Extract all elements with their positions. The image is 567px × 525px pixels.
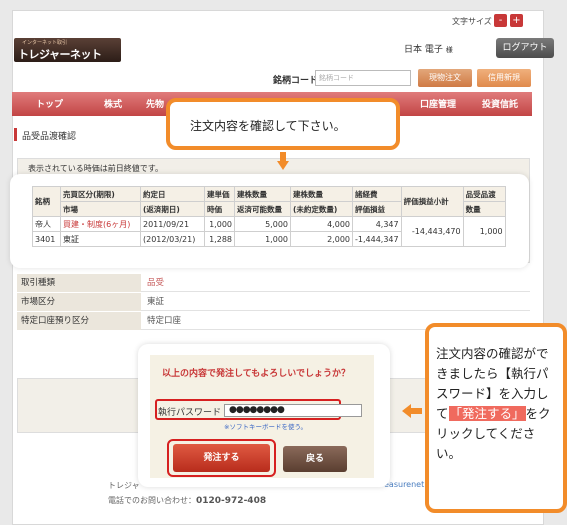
- cell-stock-name: 帝人: [32, 216, 61, 232]
- cell-delivery-qty: 1,000: [462, 216, 506, 247]
- nav-item-account[interactable]: 口座管理: [420, 97, 456, 110]
- footer-phone: 電話でのお問い合わせ：0120-972-408: [108, 495, 266, 506]
- back-button[interactable]: 戻る: [283, 446, 347, 472]
- col-header-pl: 評価損益: [352, 201, 402, 217]
- page-title-marker: [14, 128, 17, 141]
- col-header-cost: 諸経費: [352, 186, 402, 202]
- soft-keyboard-link[interactable]: ※ソフトキーボードを使う。: [224, 421, 307, 431]
- confirm-question: 以上の内容で発注してもよろしいでしょうか？: [162, 369, 351, 379]
- col-header-date: 約定日: [140, 186, 205, 202]
- user-suffix: 様: [445, 46, 453, 54]
- user-name: 日本 電子 様: [404, 42, 453, 55]
- arrow-down-icon: [277, 152, 289, 170]
- stock-code-input[interactable]: 銘柄コード: [315, 70, 411, 86]
- nav-item-stocks[interactable]: 株式: [104, 97, 122, 110]
- col-header-delivery: 品受品渡: [462, 186, 506, 202]
- detail-label: 取引種類: [17, 274, 141, 292]
- col-header-unfilled: (未約定数量): [290, 201, 353, 217]
- footer-phone-label: 電話でのお問い合わせ：: [108, 496, 196, 505]
- table-row: 帝人 買建・制度(6ヶ月) 2011/09/21 1,000 5,000 4,0…: [32, 216, 506, 247]
- logo-title: トレジャーネット: [18, 48, 102, 61]
- callout-side-text: 注文内容の確認ができましたら【執行パスワード】を入力して「発注する」をクリックし…: [436, 344, 560, 464]
- page-title: 品受品渡確認: [22, 132, 77, 142]
- detail-row-trade-type: 取引種類 品受: [17, 274, 530, 292]
- col-header-qty: 建株数量: [234, 186, 291, 202]
- password-label: 執行パスワード: [158, 408, 222, 418]
- user-name-text: 日本 電子: [404, 45, 443, 55]
- footer-company: トレジャ: [108, 481, 140, 490]
- stock-code-label: 銘柄コード: [273, 76, 319, 86]
- col-header-delivery-qty: 数量: [462, 201, 506, 217]
- margin-new-button[interactable]: 信用新規: [477, 69, 531, 87]
- cell-market-price: 1,288: [204, 231, 235, 247]
- cell-qty2: 4,000: [290, 216, 353, 232]
- cell-subtotal: -14,443,470: [400, 216, 464, 247]
- logout-button[interactable]: ログアウト: [496, 38, 554, 58]
- col-header-market: 市場: [60, 201, 141, 217]
- detail-value: 東証: [147, 297, 165, 307]
- detail-row-market: 市場区分 東証: [17, 293, 530, 311]
- col-header-subtotal: 評価損益小計: [400, 186, 464, 217]
- cell-side: 買建・制度(6ヶ月): [60, 216, 141, 232]
- callout-side-highlight: 「発注する」: [448, 406, 526, 421]
- font-decrease-button[interactable]: -: [494, 14, 507, 27]
- col-header-returnable: 返済可能数量: [234, 201, 291, 217]
- detail-value: 特定口座: [147, 316, 182, 326]
- cell-price: 1,000: [204, 216, 235, 232]
- cell-date: 2011/09/21: [140, 216, 205, 232]
- submit-order-button[interactable]: 発注する: [173, 444, 270, 472]
- cell-pl: -1,444,347: [352, 231, 402, 247]
- spot-order-button[interactable]: 現物注文: [418, 69, 472, 87]
- nav-item-futures[interactable]: 先物: [146, 97, 164, 110]
- detail-label: 市場区分: [17, 293, 141, 311]
- cell-cost: 4,347: [352, 216, 402, 232]
- col-header-due: (返済期日): [140, 201, 205, 217]
- font-size-label: 文字サイズ: [452, 17, 492, 26]
- logo-subtitle: インターネット取引: [22, 40, 68, 46]
- cell-due: (2012/03/21): [140, 231, 205, 247]
- col-header-qty2: 建株数量: [290, 186, 353, 202]
- cell-market: 東証: [60, 231, 141, 247]
- cell-unfilled: 2,000: [290, 231, 353, 247]
- detail-label: 特定口座預り区分: [17, 312, 141, 330]
- col-header-market-price: 時価: [204, 201, 235, 217]
- cell-stock-code: 3401: [32, 231, 61, 247]
- col-header-side: 売買区分(期限): [60, 186, 141, 202]
- position-table: 銘柄 売買区分(期限) 約定日 建単価 建株数量 建株数量 諸経費 評価損益小計…: [32, 186, 506, 247]
- callout-top-text: 注文内容を確認して下さい。: [190, 119, 346, 133]
- cell-returnable: 1,000: [234, 231, 291, 247]
- footer-phone-number: 0120-972-408: [196, 496, 267, 506]
- col-header-price: 建単価: [204, 186, 235, 202]
- footer-url[interactable]: easurenet: [384, 480, 424, 489]
- nav-item-top[interactable]: トップ: [36, 97, 63, 110]
- detail-value: 品受: [147, 278, 165, 288]
- nav-item-funds[interactable]: 投資信託: [482, 97, 518, 110]
- arrow-left-icon: [402, 404, 422, 418]
- password-input[interactable]: ●●●●●●●●: [224, 404, 362, 417]
- info-text: 表示されている時価は前日終値です。: [28, 164, 163, 173]
- font-increase-button[interactable]: +: [510, 14, 523, 27]
- cell-qty: 5,000: [234, 216, 291, 232]
- col-header-stock: 銘柄: [32, 186, 61, 217]
